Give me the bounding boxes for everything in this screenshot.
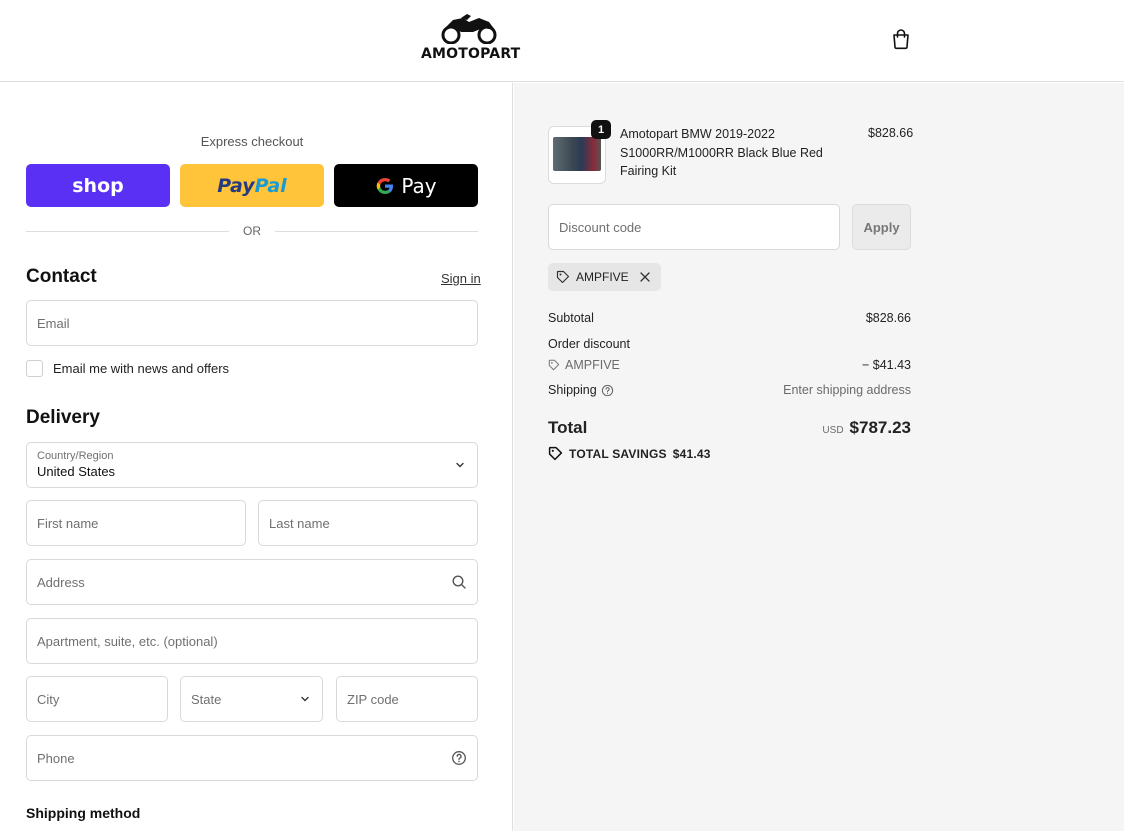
paypal-label-pal: Pal xyxy=(254,174,287,197)
savings-tag-icon xyxy=(548,446,563,461)
order-summary-panel: 1 Amotopart BMW 2019-2022 S1000RR/M1000R… xyxy=(514,83,1124,831)
product-name: Amotopart BMW 2019-2022 S1000RR/M1000RR … xyxy=(620,127,823,178)
phone-field[interactable] xyxy=(26,735,478,781)
country-value: United States xyxy=(37,464,116,479)
first-name-field[interactable] xyxy=(26,500,246,546)
email-input[interactable] xyxy=(27,301,477,345)
help-icon[interactable] xyxy=(451,750,467,766)
savings-label: TOTAL SAVINGS xyxy=(569,446,667,461)
apartment-field[interactable] xyxy=(26,618,478,664)
close-icon[interactable] xyxy=(639,271,651,283)
product-price: $828.66 xyxy=(868,126,914,140)
help-icon[interactable] xyxy=(601,384,614,397)
shipping-row: Shipping Enter shipping address xyxy=(548,383,911,397)
country-select[interactable]: Country/Region United States xyxy=(26,442,478,488)
last-name-field[interactable] xyxy=(258,500,478,546)
divider-line xyxy=(275,230,478,232)
checkout-form-panel: Express checkout shop Pay Pal Pay OR Cont… xyxy=(0,83,513,831)
phone-input[interactable] xyxy=(27,736,477,780)
newsletter-option[interactable]: Email me with news and offers xyxy=(26,360,229,377)
zip-field[interactable] xyxy=(336,676,478,722)
newsletter-checkbox[interactable] xyxy=(26,360,43,377)
google-pay-label: Pay xyxy=(401,173,437,198)
shop-pay-button[interactable]: shop xyxy=(26,164,170,207)
or-divider: OR xyxy=(26,224,478,238)
shipping-label: Shipping xyxy=(548,383,597,397)
country-label: Country/Region xyxy=(37,450,114,462)
order-discount-label: Order discount xyxy=(548,337,630,351)
address-input[interactable] xyxy=(27,560,477,604)
cart-button[interactable] xyxy=(889,27,913,51)
tag-icon xyxy=(556,270,570,284)
shipping-label-group: Shipping xyxy=(548,383,614,397)
search-icon[interactable] xyxy=(451,574,467,590)
subtotal-row: Subtotal $828.66 xyxy=(548,311,911,325)
shipping-method-heading: Shipping method xyxy=(26,805,141,821)
subtotal-label: Subtotal xyxy=(548,311,594,325)
city-input[interactable] xyxy=(27,677,167,721)
shipping-value: Enter shipping address xyxy=(783,383,911,397)
shopping-bag-icon xyxy=(893,29,909,50)
product-image xyxy=(553,137,601,171)
brand-logo[interactable]: AMOTOPART xyxy=(421,12,521,64)
subtotal-value: $828.66 xyxy=(865,311,911,325)
discount-value: − $41.43 xyxy=(861,358,911,372)
google-pay-button[interactable]: Pay xyxy=(334,164,478,207)
last-name-input[interactable] xyxy=(259,501,477,545)
delivery-heading: Delivery xyxy=(26,407,100,428)
discount-code-tag: AMPFIVE xyxy=(548,358,620,372)
express-checkout-title: Express checkout xyxy=(200,134,304,149)
tag-icon xyxy=(548,359,560,371)
discount-code-label: AMPFIVE xyxy=(565,358,620,372)
newsletter-label: Email me with news and offers xyxy=(53,361,230,376)
motorcycle-logo-icon xyxy=(441,14,497,44)
total-amount: USD $787.23 xyxy=(822,418,911,438)
address-field[interactable] xyxy=(26,559,478,605)
google-g-icon xyxy=(377,177,394,194)
total-row: Total USD $787.23 xyxy=(548,418,911,438)
apply-discount-button[interactable]: Apply xyxy=(852,204,911,250)
first-name-input[interactable] xyxy=(27,501,245,545)
header: AMOTOPART xyxy=(0,0,1124,82)
total-value: $787.23 xyxy=(849,418,911,437)
total-savings: TOTAL SAVINGS $41.43 xyxy=(548,446,711,461)
zip-input[interactable] xyxy=(337,677,477,721)
chevron-down-icon xyxy=(301,696,309,702)
savings-value: $41.43 xyxy=(672,446,711,461)
applied-code-label: AMPFIVE xyxy=(576,270,629,284)
divider-line xyxy=(26,230,229,232)
discount-detail-row: AMPFIVE − $41.43 xyxy=(548,358,911,372)
total-label: Total xyxy=(548,418,588,437)
paypal-button[interactable]: Pay Pal xyxy=(180,164,324,207)
paypal-label-pay: Pay xyxy=(217,174,255,197)
state-select[interactable]: State xyxy=(180,676,323,722)
or-label: OR xyxy=(243,224,261,238)
city-field[interactable] xyxy=(26,676,168,722)
brand-name: AMOTOPART xyxy=(421,46,521,62)
currency-label: USD xyxy=(822,425,844,436)
email-field[interactable] xyxy=(26,300,478,346)
discount-code-field[interactable] xyxy=(548,204,840,250)
sign-in-link[interactable]: Sign in xyxy=(441,271,481,286)
apartment-input[interactable] xyxy=(27,619,477,663)
shop-pay-label: shop xyxy=(72,174,124,197)
quantity-badge: 1 xyxy=(591,120,611,139)
order-discount-row: Order discount xyxy=(548,337,911,351)
state-placeholder: State xyxy=(191,692,222,707)
applied-discount-chip: AMPFIVE xyxy=(548,263,661,291)
chevron-down-icon xyxy=(456,462,464,468)
discount-code-input[interactable] xyxy=(549,205,839,249)
contact-heading: Contact xyxy=(26,266,97,287)
